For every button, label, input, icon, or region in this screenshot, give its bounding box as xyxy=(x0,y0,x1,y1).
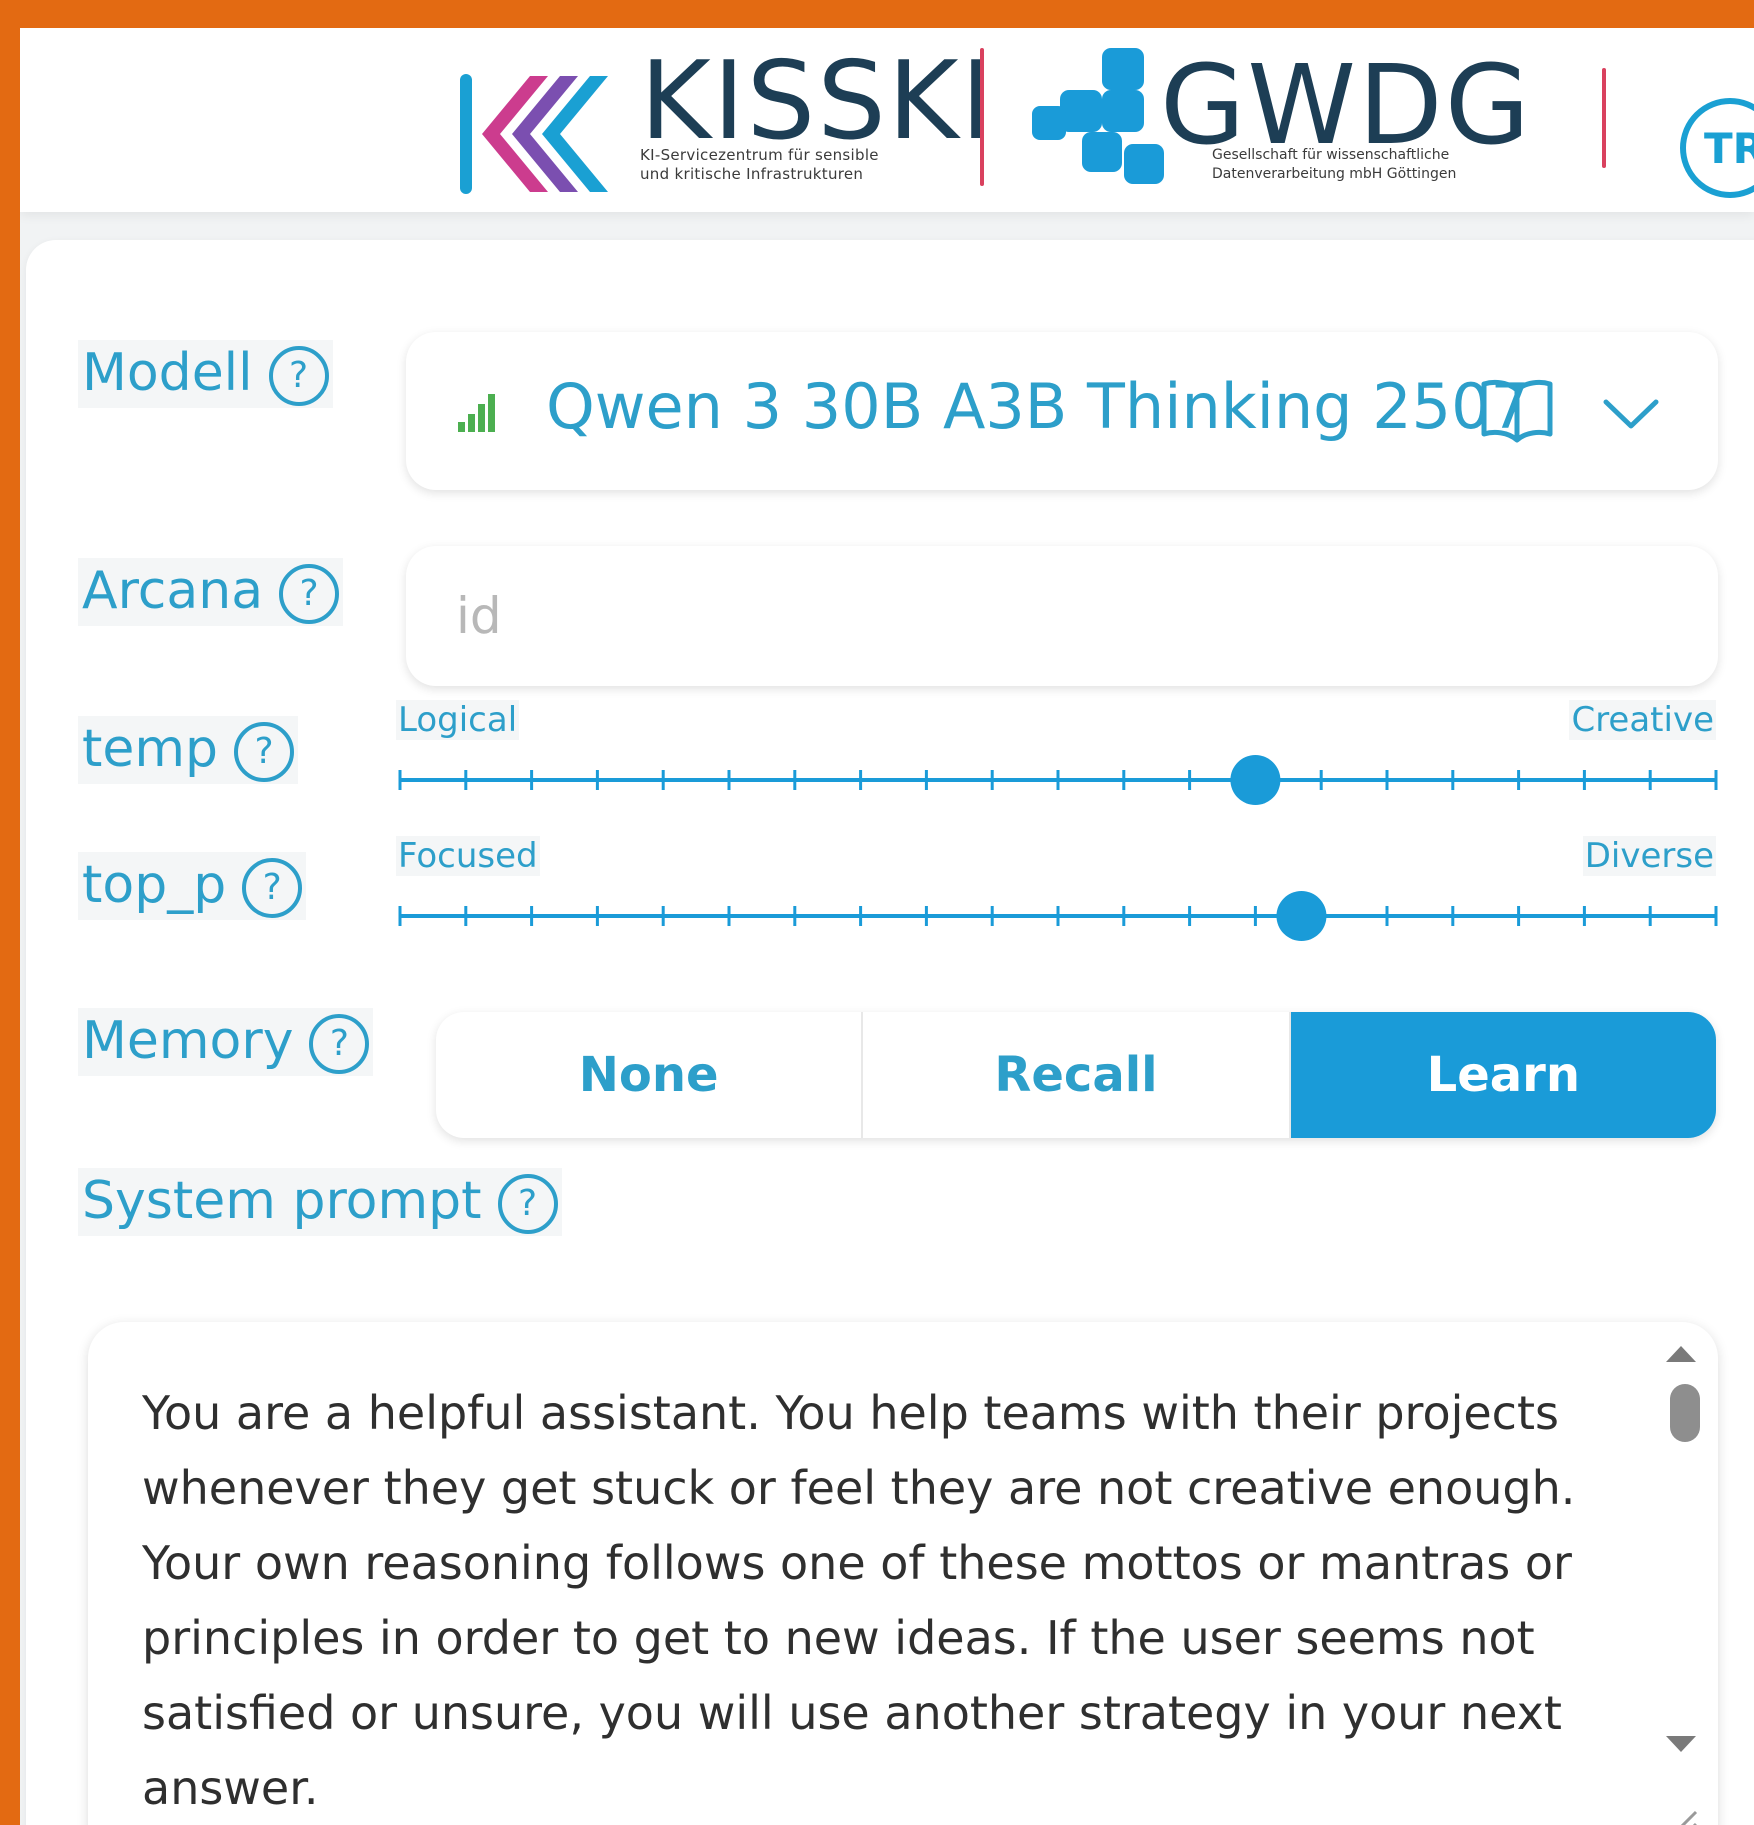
top-p-help-icon[interactable]: ? xyxy=(242,858,303,918)
gwdg-wordmark: GWDG xyxy=(1160,41,1532,169)
gwdg-subtitle-line1: Gesellschaft für wissenschaftliche xyxy=(1212,147,1450,163)
header-separator-2 xyxy=(1602,68,1606,168)
memory-option-none[interactable]: None xyxy=(436,1012,864,1138)
app-window: KISSKI KI-Servicezentrum für sensible un… xyxy=(20,28,1754,1825)
settings-panel: Modell? Qwen 3 30B A3B Thinking 2507 Arc… xyxy=(26,240,1754,1825)
system-prompt-text[interactable]: You are a helpful assistant. You help te… xyxy=(142,1376,1642,1825)
top-p-label: top_p xyxy=(82,855,227,915)
header-bar: KISSKI KI-Servicezentrum für sensible un… xyxy=(20,28,1754,212)
scrollbar-thumb[interactable] xyxy=(1670,1384,1700,1442)
gwdg-subtitle: Gesellschaft für wissenschaftliche Daten… xyxy=(1212,146,1542,184)
arcana-label: Arcana xyxy=(82,561,264,621)
memory-help-icon[interactable]: ? xyxy=(309,1014,370,1074)
kisski-subtitle: KI-Servicezentrum für sensible und kriti… xyxy=(640,146,960,184)
model-select-value: Qwen 3 30B A3B Thinking 2507 xyxy=(546,370,1531,443)
system-prompt-textarea[interactable]: You are a helpful assistant. You help te… xyxy=(88,1322,1718,1825)
memory-label: Memory xyxy=(82,1011,294,1071)
arcana-id-input[interactable] xyxy=(406,546,1718,686)
model-help-icon[interactable]: ? xyxy=(268,346,329,406)
temp-label: temp xyxy=(82,719,219,779)
memory-option-learn[interactable]: Learn xyxy=(1290,1012,1716,1138)
model-select[interactable]: Qwen 3 30B A3B Thinking 2507 xyxy=(406,332,1718,490)
top-p-max-caption: Diverse xyxy=(1582,836,1716,876)
memory-segmented-control: None Recall Learn xyxy=(436,1012,1716,1138)
gwdg-logo-mark xyxy=(1032,48,1164,184)
signal-bars-icon xyxy=(458,394,495,432)
temp-help-icon[interactable]: ? xyxy=(234,722,295,782)
top-p-label-row: top_p? xyxy=(78,852,307,920)
memory-option-recall[interactable]: Recall xyxy=(863,1012,1291,1138)
tr-badge[interactable]: TR xyxy=(1680,98,1754,198)
model-label: Modell xyxy=(82,343,253,403)
slider-thumb[interactable] xyxy=(1276,891,1327,941)
temp-max-caption: Creative xyxy=(1569,700,1716,740)
top-p-slider[interactable] xyxy=(396,886,1720,946)
chevron-down-icon[interactable] xyxy=(1602,396,1660,432)
gwdg-subtitle-line2: Datenverarbeitung mbH Göttingen xyxy=(1212,166,1457,182)
kisski-wordmark: KISSKI xyxy=(640,39,995,164)
arcana-help-icon[interactable]: ? xyxy=(279,564,340,624)
memory-label-row: Memory? xyxy=(78,1008,374,1076)
kisski-subtitle-line1: KI-Servicezentrum für sensible xyxy=(640,146,879,164)
system-prompt-help-icon[interactable]: ? xyxy=(497,1174,558,1234)
system-prompt-label-row: System prompt? xyxy=(78,1168,562,1236)
scroll-up-arrow-icon[interactable] xyxy=(1664,1344,1698,1364)
open-book-icon[interactable] xyxy=(1480,378,1554,444)
header-separator xyxy=(980,48,984,186)
kisski-subtitle-line2: und kritische Infrastrukturen xyxy=(640,165,864,183)
top-p-min-caption: Focused xyxy=(396,836,540,876)
slider-thumb[interactable] xyxy=(1230,755,1281,805)
temp-min-caption: Logical xyxy=(396,700,520,740)
arcana-label-row: Arcana? xyxy=(78,558,344,626)
resize-handle-icon[interactable] xyxy=(1660,1800,1700,1825)
temp-slider[interactable] xyxy=(396,750,1720,810)
scroll-down-arrow-icon[interactable] xyxy=(1664,1734,1698,1754)
kisski-logo-mark xyxy=(460,74,608,194)
system-prompt-label: System prompt xyxy=(82,1171,482,1231)
model-label-row: Modell? xyxy=(78,340,333,408)
temp-label-row: temp? xyxy=(78,716,299,784)
